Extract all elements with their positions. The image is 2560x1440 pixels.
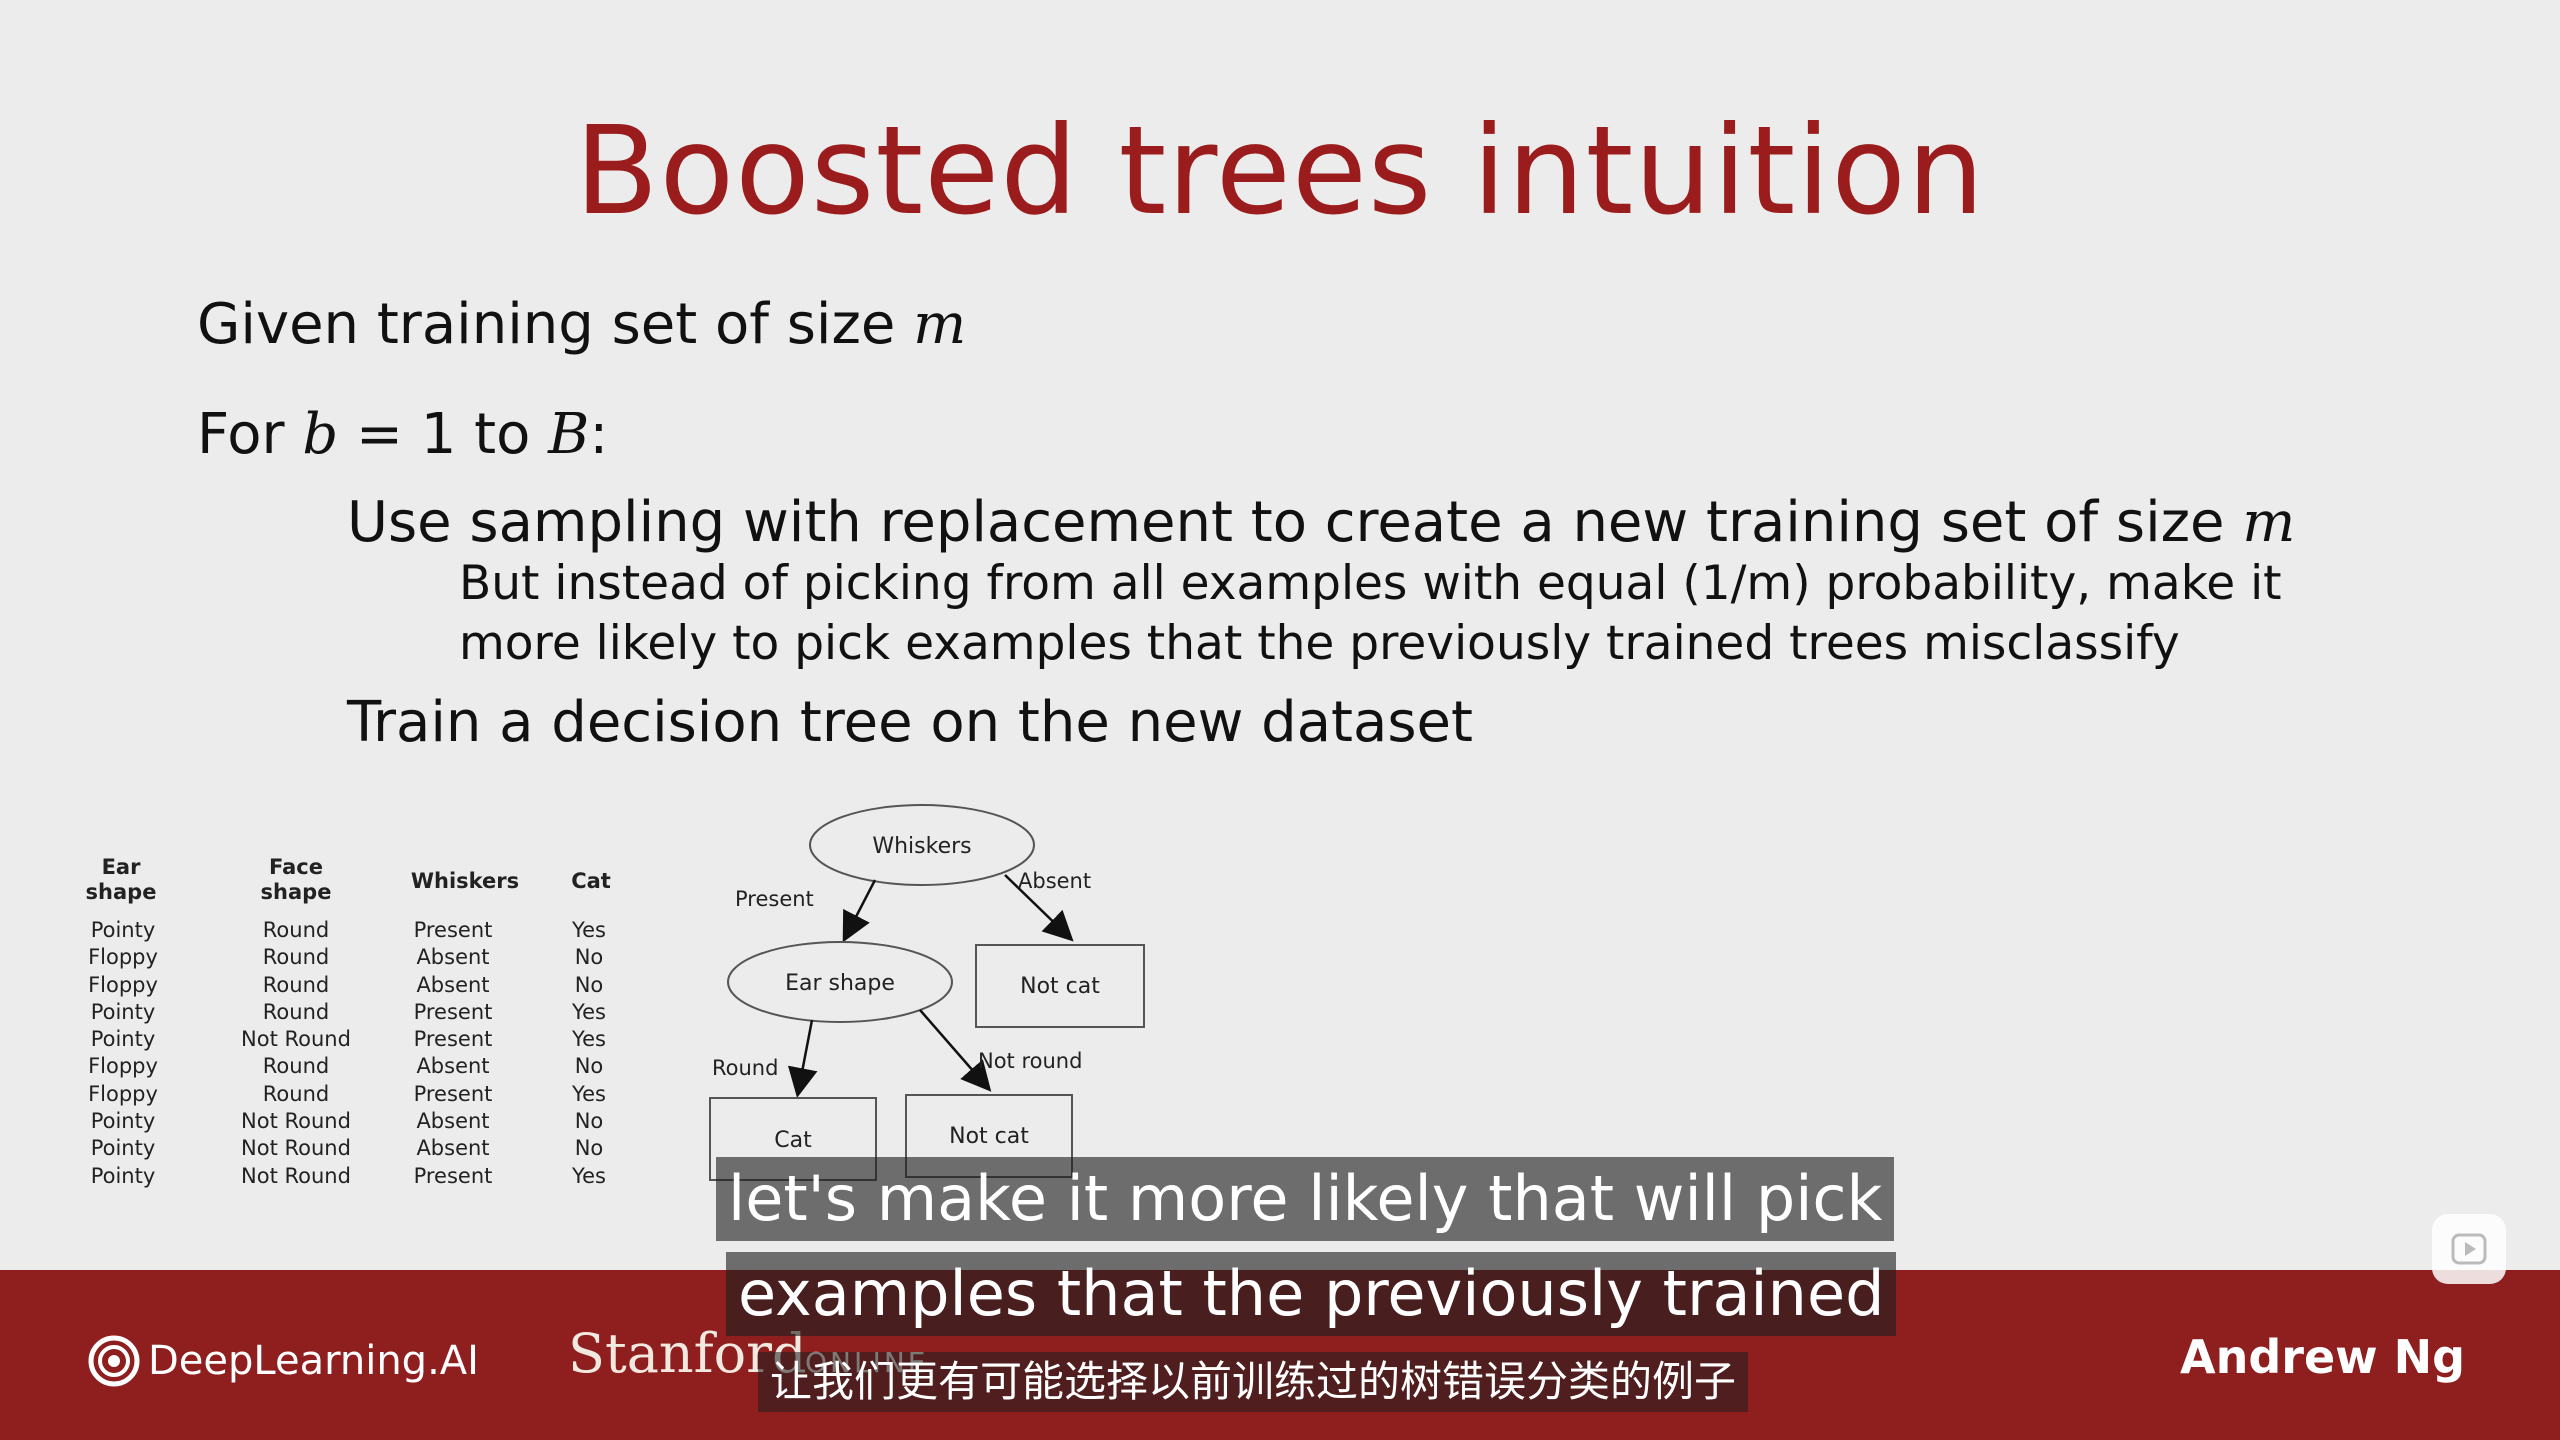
table-cell-cat: Yes bbox=[572, 999, 606, 1024]
table-cell-whiskers: Absent bbox=[416, 945, 490, 970]
table-cell-ear-shape: Floppy bbox=[88, 972, 158, 997]
table-cell-whiskers: Present bbox=[413, 999, 493, 1024]
line-given-training-set: Given training set of size m bbox=[197, 292, 967, 357]
table-cell-face-shape: Not Round bbox=[241, 1109, 351, 1134]
table-cell-face-shape: Not Round bbox=[241, 1136, 351, 1161]
table-cell-face-shape: Round bbox=[262, 945, 330, 970]
table-cell-face-shape: Round bbox=[262, 1054, 330, 1079]
header-ear-shape: Ear shape bbox=[85, 855, 157, 904]
table-cell-cat: Yes bbox=[572, 1081, 606, 1106]
edge-round bbox=[787, 1019, 818, 1098]
table-cell-ear-shape: Pointy bbox=[90, 1109, 156, 1134]
table-cell-face-shape: Round bbox=[262, 918, 330, 942]
edge-present bbox=[842, 879, 877, 943]
leaf-not-cat-bottom-label: Not cat bbox=[949, 1124, 1029, 1149]
table-cell-whiskers: Absent bbox=[416, 1136, 490, 1161]
table-cell-whiskers: Absent bbox=[416, 1109, 490, 1134]
leaf-cat-label: Cat bbox=[774, 1128, 812, 1153]
column-ear-shape: Pointy Floppy Floppy Pointy Pointy Floppy Flop… bbox=[78, 917, 168, 1190]
table-cell-face-shape: Round bbox=[262, 1081, 330, 1106]
table-cell-ear-shape: Pointy bbox=[90, 999, 156, 1024]
table-cell-whiskers: Present bbox=[413, 1027, 493, 1052]
column-face-shape: Round Round Round Round Not Round Round Round N… bbox=[233, 917, 359, 1190]
slide-title: Boosted trees intuition bbox=[574, 100, 1986, 242]
table-cell-cat: No bbox=[574, 945, 604, 970]
line-for-loop: For b = 1 to B: bbox=[197, 402, 609, 467]
edge-round-label: Round bbox=[712, 1056, 778, 1080]
edge-present-label: Present bbox=[735, 887, 814, 911]
table-cell-cat: No bbox=[574, 1054, 604, 1079]
column-whiskers: Present Absent Absent Present Present Absent P… bbox=[403, 917, 503, 1190]
leaf-not-cat-top-label: Not cat bbox=[1020, 974, 1100, 999]
header-whiskers: Whiskers bbox=[410, 869, 520, 893]
subtitle-en-line1: let's make it more likely that will pick bbox=[716, 1157, 1895, 1241]
table-cell-ear-shape: Floppy bbox=[88, 945, 158, 970]
play-icon bbox=[2451, 1233, 2487, 1265]
table-cell-face-shape: Round bbox=[262, 972, 330, 997]
table-cell-ear-shape: Pointy bbox=[90, 1027, 156, 1052]
table-cell-whiskers: Absent bbox=[416, 1054, 490, 1079]
table-cell-whiskers: Absent bbox=[416, 972, 490, 997]
table-cell-whiskers: Present bbox=[413, 1163, 493, 1188]
table-cell-cat: Yes bbox=[572, 1027, 606, 1052]
table-cell-cat: No bbox=[574, 1109, 604, 1134]
column-cat: Yes No No Yes Yes No Yes No No Yes bbox=[566, 917, 612, 1190]
table-cell-face-shape: Not Round bbox=[241, 1027, 351, 1052]
edge-absent-label: Absent bbox=[1018, 869, 1091, 893]
table-cell-cat: No bbox=[574, 1136, 604, 1161]
table-cell-cat: Yes bbox=[572, 1163, 606, 1188]
deeplearning-text: DeepLearning.AI bbox=[148, 1338, 479, 1384]
table-cell-face-shape: Round bbox=[262, 999, 330, 1024]
table-cell-ear-shape: Floppy bbox=[88, 1081, 158, 1106]
table-cell-cat: Yes bbox=[572, 918, 606, 942]
line-more-likely: more likely to pick examples that the pr… bbox=[459, 616, 2180, 671]
line-use-sampling: Use sampling with replacement to create … bbox=[347, 490, 2296, 555]
subtitle-en-line2: examples that the previously trained bbox=[726, 1252, 1897, 1336]
table-cell-cat: No bbox=[574, 972, 604, 997]
table-cell-ear-shape: Floppy bbox=[88, 1054, 158, 1079]
header-cat: Cat bbox=[571, 869, 611, 893]
play-button[interactable] bbox=[2432, 1214, 2506, 1284]
table-cell-ear-shape: Pointy bbox=[90, 918, 156, 942]
node-ear-shape-label: Ear shape bbox=[785, 971, 895, 996]
table-cell-whiskers: Present bbox=[413, 918, 493, 942]
header-face-shape: Face shape bbox=[260, 855, 332, 904]
node-whiskers-label: Whiskers bbox=[872, 834, 971, 859]
line-but-instead: But instead of picking from all examples… bbox=[459, 556, 2282, 611]
subtitle-zh-line: 让我们更有可能选择以前训练过的树错误分类的例子 bbox=[758, 1352, 1749, 1412]
table-cell-face-shape: Not Round bbox=[241, 1163, 351, 1188]
deeplearning-logo-icon bbox=[88, 1335, 140, 1387]
table-cell-whiskers: Present bbox=[413, 1081, 493, 1106]
presenter-name: Andrew Ng bbox=[2180, 1330, 2466, 1384]
line-train-decision-tree: Train a decision tree on the new dataset bbox=[347, 690, 1473, 755]
table-cell-ear-shape: Pointy bbox=[90, 1163, 156, 1188]
table-cell-ear-shape: Pointy bbox=[90, 1136, 156, 1161]
deeplearning-logo: DeepLearning.AI bbox=[88, 1333, 479, 1389]
edge-not-round-label: Not round bbox=[978, 1049, 1082, 1073]
decision-tree-diagram: Whiskers Present Absent Ear shape Not ca… bbox=[709, 804, 1145, 1181]
